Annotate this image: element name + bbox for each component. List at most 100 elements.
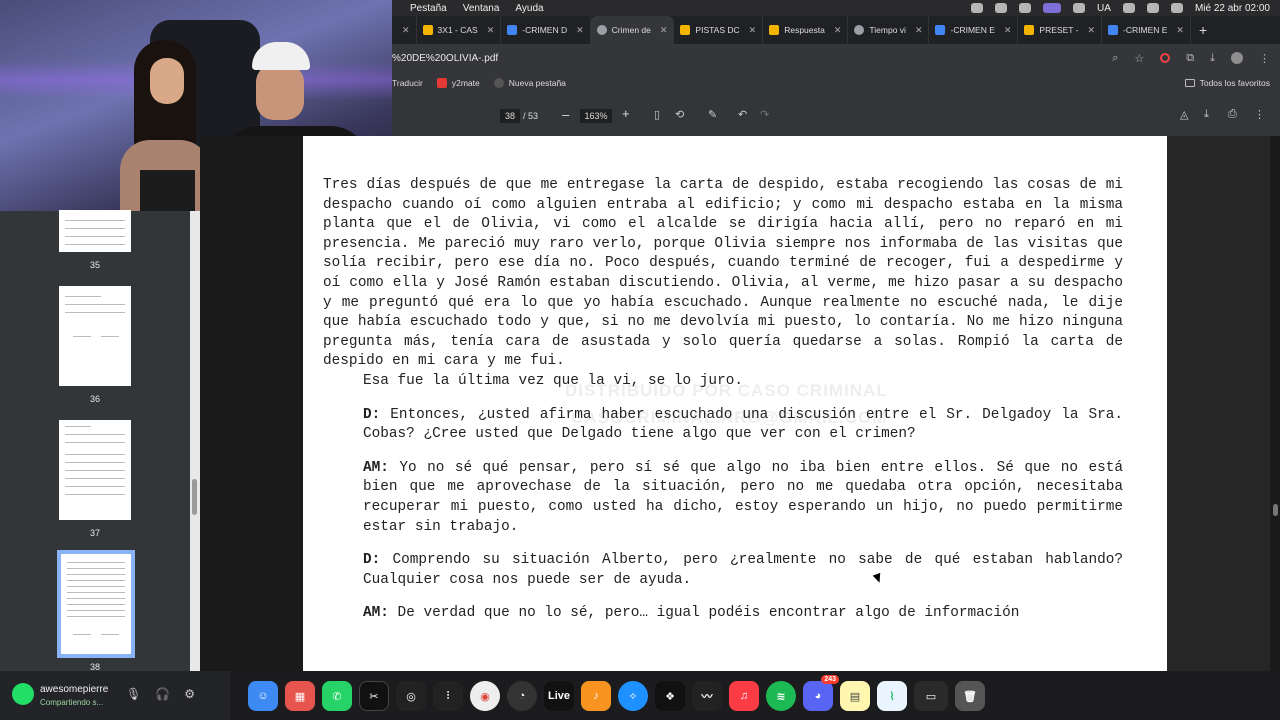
rotate-icon[interactable]: ⟲ <box>675 108 684 121</box>
rekordbox-icon[interactable]: ◎ <box>396 681 426 711</box>
address-bar[interactable]: %20DE%20OLIVIA-.pdf ⌕ ☆ ⧉ ⤓ ⋮ <box>392 44 1280 72</box>
document-scroll-thumb[interactable] <box>1273 504 1278 516</box>
launchpad-icon[interactable]: ▦ <box>285 681 315 711</box>
spotify-icon[interactable]: ≋ <box>766 681 796 711</box>
tab-8[interactable]: PRESET - ✕ <box>1018 16 1103 44</box>
notes-icon[interactable]: ▤ <box>840 681 870 711</box>
tab-close-partial[interactable]: ✕ <box>392 16 417 44</box>
zoom-in-button[interactable]: + <box>622 106 630 121</box>
tidal-icon[interactable]: ❖ <box>655 681 685 711</box>
close-icon[interactable]: ✕ <box>487 25 495 36</box>
zoom-level[interactable]: 163% <box>580 109 612 123</box>
close-icon[interactable]: ✕ <box>749 25 757 36</box>
chrome-icon[interactable]: ◉ <box>470 681 500 711</box>
more-menu-icon[interactable]: ⋮ <box>1259 52 1270 65</box>
more-options-icon[interactable]: ⋮ <box>1254 108 1265 121</box>
download-icon[interactable]: ⤓ <box>1204 108 1209 121</box>
close-icon[interactable]: ✕ <box>834 25 842 36</box>
safari-icon[interactable]: ✧ <box>618 681 648 711</box>
menu-pestana[interactable]: Pestaña <box>410 3 447 14</box>
avatar[interactable] <box>12 683 34 705</box>
capcut-icon[interactable]: ✂ <box>359 681 389 711</box>
close-icon[interactable]: ✕ <box>576 25 584 36</box>
download-icon[interactable]: ⤓ <box>1210 52 1215 65</box>
thumbnail-page-38-selected[interactable] <box>57 550 135 658</box>
drive-icon <box>1108 25 1119 35</box>
thumbnail-page-36[interactable] <box>59 286 131 386</box>
microphone-icon[interactable]: 🎙 <box>126 687 141 701</box>
fl-studio-icon[interactable]: ♪ <box>581 681 611 711</box>
record-status-icon[interactable] <box>971 3 984 13</box>
trash-icon[interactable]: 🗑 <box>955 681 985 711</box>
close-icon[interactable]: ✕ <box>1087 25 1095 36</box>
annotate-icon[interactable]: ✎ <box>708 108 717 121</box>
music-icon[interactable]: ♫ <box>729 681 759 711</box>
document-scrollbar[interactable] <box>1270 136 1280 671</box>
paragraph: Tres días después de que me entregase la… <box>323 177 1123 370</box>
globe-icon <box>596 25 607 35</box>
mixer-icon[interactable]: ⫶ <box>433 681 463 711</box>
window-manager-icon[interactable]: ▭ <box>914 681 948 711</box>
discord-icon[interactable]: ◕ 243 <box>803 675 839 711</box>
headphones-icon[interactable]: 🎧 <box>155 687 170 701</box>
profile-avatar[interactable] <box>1231 52 1243 64</box>
whatsapp-icon[interactable]: ✆ <box>322 681 352 711</box>
input-source-label[interactable]: UA <box>1097 3 1111 14</box>
print-icon[interactable]: ⎙ <box>1228 108 1237 121</box>
ableton-live-icon[interactable]: Live <box>544 681 574 711</box>
bottom-bar: awesomepierre Compartiendo s... 🎙 🎧 ⚙ ☺ … <box>0 671 1280 720</box>
page-number-input[interactable]: 38 <box>500 109 520 123</box>
wifi-icon[interactable] <box>1146 3 1159 13</box>
tab-9[interactable]: -CRIMEN E ✕ <box>1102 16 1191 44</box>
drive-save-icon[interactable]: ◬ <box>1180 108 1188 121</box>
zoom-out-button[interactable]: – <box>562 107 569 122</box>
menu-ventana[interactable]: Ventana <box>463 3 500 14</box>
obs-icon[interactable]: ◔ <box>507 681 537 711</box>
bookmark-y2mate[interactable]: y2mate <box>436 78 480 88</box>
bookmark-translate[interactable]: Traducir <box>392 78 423 88</box>
bookmark-star-icon[interactable]: ☆ <box>1134 52 1144 65</box>
search-icon[interactable] <box>1170 3 1183 13</box>
app-icon <box>680 25 691 35</box>
undo-icon[interactable]: ↶ <box>738 108 747 121</box>
all-favorites[interactable]: Todos los favoritos <box>1184 78 1270 88</box>
zoom-icon[interactable]: ⌕ <box>1112 52 1118 65</box>
extensions-icon[interactable]: ⧉ <box>1186 52 1194 65</box>
close-icon[interactable]: ✕ <box>1176 25 1184 36</box>
screen-share-icon[interactable] <box>1043 3 1062 13</box>
fit-page-icon[interactable]: ▯ <box>654 108 660 121</box>
tab-1[interactable]: 3X1 - CAS ✕ <box>417 16 502 44</box>
pdf-page[interactable]: DISTRIBUIDO POR CASO CRIMINAL CASOCRIMIN… <box>303 136 1167 671</box>
close-icon[interactable]: ✕ <box>1004 25 1012 36</box>
close-icon[interactable]: ✕ <box>660 25 668 36</box>
page-total: / 53 <box>523 111 539 121</box>
battery-icon[interactable] <box>1122 3 1135 13</box>
menubar-clock[interactable]: Mié 22 abr 02:00 <box>1195 3 1270 14</box>
tab-3-active[interactable]: Crimen de ✕ <box>590 16 675 44</box>
thumbnail-page-35[interactable] <box>59 210 131 252</box>
url-text[interactable]: %20DE%20OLIVIA-.pdf <box>392 53 498 64</box>
record-extension-icon[interactable] <box>1160 53 1171 63</box>
stocks-icon[interactable]: ⌇ <box>877 681 907 711</box>
sidebar-scrollbar[interactable] <box>190 211 200 671</box>
tab-4[interactable]: PISTAS DC ✕ <box>674 16 764 44</box>
tab-2[interactable]: -CRIMEN D ✕ <box>501 16 591 44</box>
waveform-icon[interactable]: 〰 <box>692 681 722 711</box>
finder-icon[interactable]: ☺ <box>248 681 278 711</box>
extension-menubar-icon[interactable] <box>995 3 1008 13</box>
menubar-app-icon[interactable] <box>1019 3 1032 13</box>
discord-user-panel: awesomepierre Compartiendo s... 🎙 🎧 ⚙ <box>0 671 230 720</box>
menu-ayuda[interactable]: Ayuda <box>515 3 543 14</box>
close-icon[interactable]: ✕ <box>915 25 923 36</box>
tab-5[interactable]: Respuesta ✕ <box>763 16 849 44</box>
eye-icon[interactable] <box>1073 3 1086 13</box>
thumbnail-page-37[interactable] <box>59 420 131 520</box>
gear-icon[interactable]: ⚙ <box>184 687 195 701</box>
sidebar-scroll-thumb[interactable] <box>192 479 197 515</box>
tab-6[interactable]: Tiempo vi ✕ <box>848 16 930 44</box>
browser-tab-bar: ✕ 3X1 - CAS ✕ -CRIMEN D ✕ Crimen de ✕ PISTA… <box>392 16 1280 44</box>
bookmark-new-tab[interactable]: Nueva pestaña <box>493 78 566 88</box>
redo-icon[interactable]: ↷ <box>760 108 769 121</box>
new-tab-button[interactable]: + <box>1191 22 1215 38</box>
tab-7[interactable]: -CRIMEN E ✕ <box>929 16 1019 44</box>
